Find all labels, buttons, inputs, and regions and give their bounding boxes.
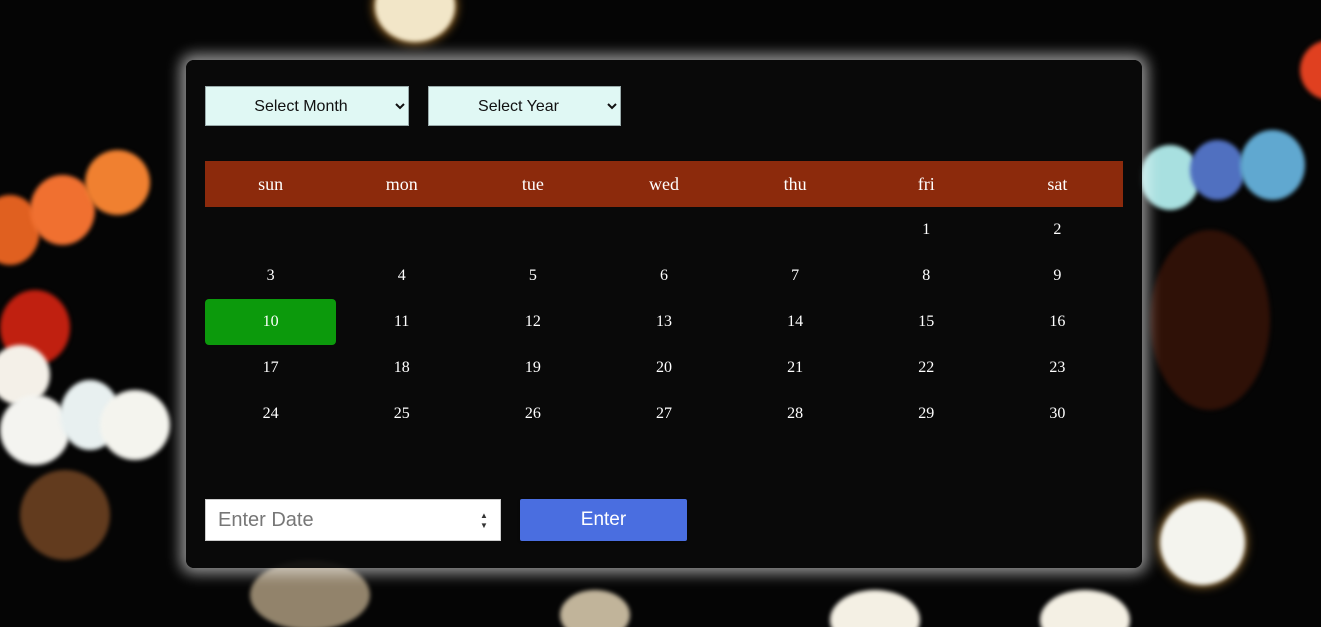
day-cell[interactable]: 26 [467,391,598,437]
day-cell[interactable]: 8 [861,253,992,299]
day-cell[interactable]: 19 [467,345,598,391]
day-cell[interactable]: 16 [992,299,1123,345]
date-field[interactable]: ▲ ▼ [205,499,501,541]
day-cell[interactable]: 22 [861,345,992,391]
weekday-header: sun mon tue wed thu fri sat [205,161,1123,207]
calendar-controls: Select Month Select Year [205,86,621,126]
year-select[interactable]: Select Year [428,86,621,126]
day-cell[interactable]: 14 [730,299,861,345]
day-cell[interactable]: 30 [992,391,1123,437]
day-cell[interactable]: 20 [598,345,729,391]
day-cell[interactable]: 24 [205,391,336,437]
date-input[interactable] [216,507,460,533]
day-cell[interactable]: 1 [861,207,992,253]
day-cell[interactable]: 15 [861,299,992,345]
enter-button[interactable]: Enter [520,499,687,541]
day-cell[interactable]: 4 [336,253,467,299]
weekday-mon: mon [385,173,418,194]
calendar-card: Select Month Select Year sun mon tue wed thu… [186,60,1142,568]
day-cell[interactable]: 3 [205,253,336,299]
weekday-sun: sun [258,173,284,194]
empty-day-cell [598,207,729,253]
day-cell[interactable]: 21 [730,345,861,391]
day-cell[interactable]: 18 [336,345,467,391]
month-select[interactable]: Select Month [205,86,409,126]
day-cell[interactable]: 29 [861,391,992,437]
empty-day-cell [467,207,598,253]
day-cell[interactable]: 23 [992,345,1123,391]
day-cell[interactable]: 2 [992,207,1123,253]
day-cell[interactable]: 28 [730,391,861,437]
day-cell[interactable]: 5 [467,253,598,299]
empty-day-cell [336,207,467,253]
weekday-wed: wed [648,173,679,194]
day-cell[interactable]: 11 [336,299,467,345]
day-cell[interactable]: 9 [992,253,1123,299]
spinner-down-icon[interactable]: ▼ [480,521,488,531]
day-cell[interactable]: 7 [730,253,861,299]
weekday-sat: sat [1047,173,1068,194]
weekday-thu: thu [783,173,807,194]
day-cell[interactable]: 12 [467,299,598,345]
day-cell[interactable]: 25 [336,391,467,437]
date-entry-row: ▲ ▼ Enter [205,499,687,541]
empty-day-cell [730,207,861,253]
weekday-tue: tue [521,173,544,194]
day-cell[interactable]: 27 [598,391,729,437]
days-grid: 1 2 3 4 5 6 7 8 9 10 11 12 13 14 15 16 17 18 19 20 21 22 23 24 2… [205,207,1123,437]
weekday-fri: fri [917,173,935,194]
day-cell-selected[interactable]: 10 [205,299,337,345]
day-cell[interactable]: 6 [598,253,729,299]
spinner-up-icon[interactable]: ▲ [480,511,488,521]
day-cell[interactable]: 17 [205,345,336,391]
number-spinner[interactable]: ▲ ▼ [478,511,490,531]
day-cell[interactable]: 13 [598,299,729,345]
empty-day-cell [205,207,336,253]
